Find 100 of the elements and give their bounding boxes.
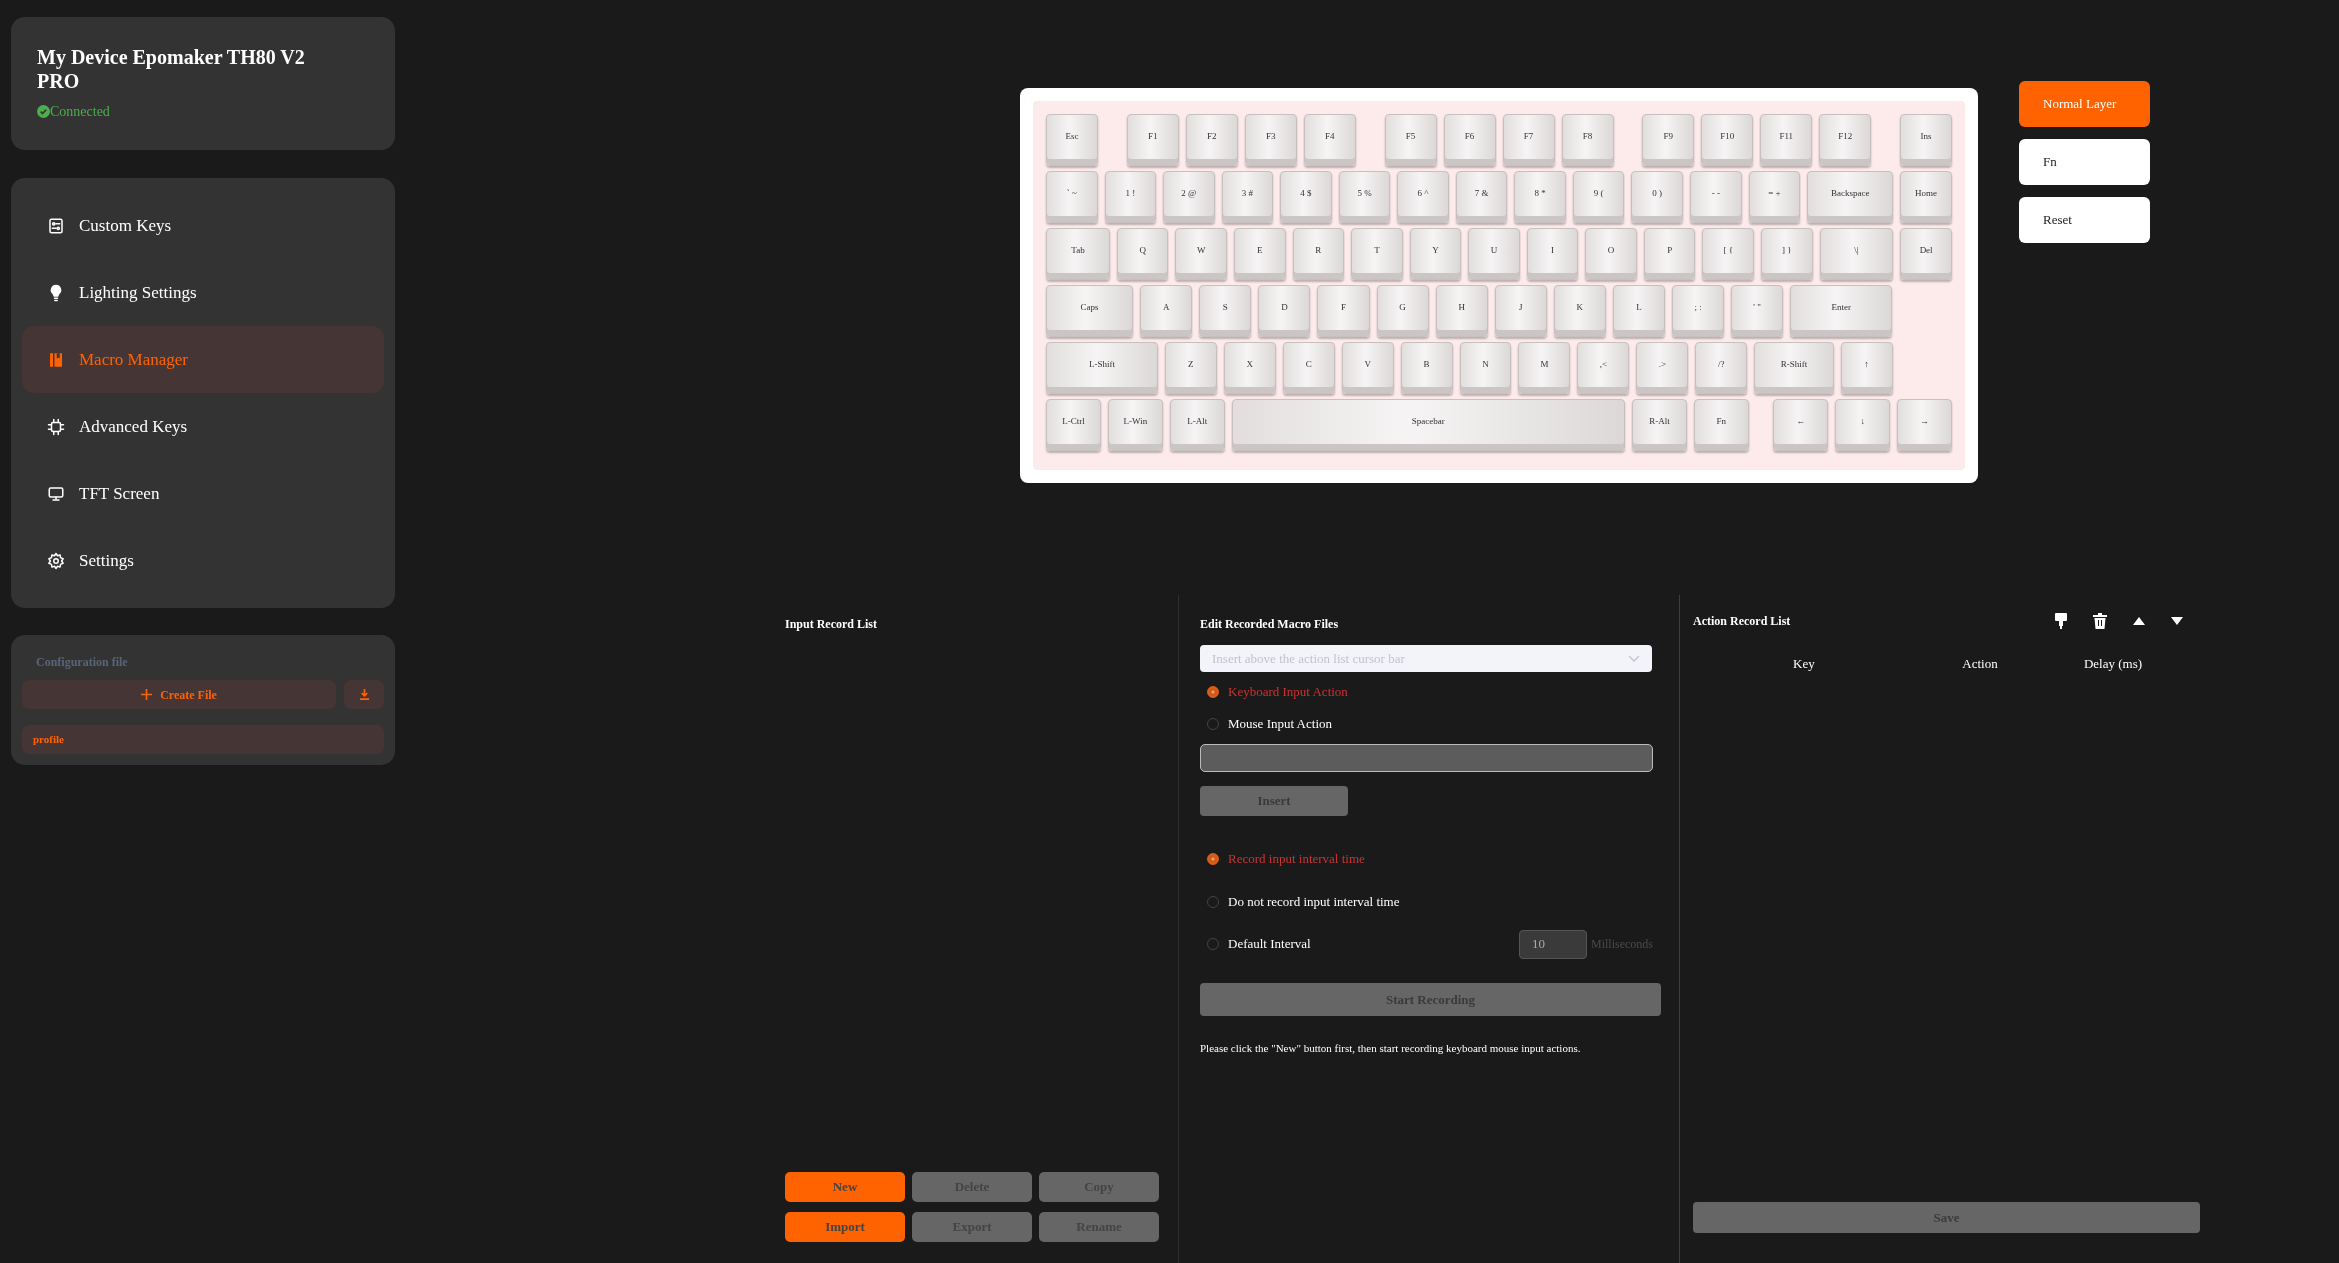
keyboard-key[interactable]: M xyxy=(1518,342,1571,394)
keyboard-key[interactable]: A xyxy=(1140,285,1193,337)
keyboard-key[interactable]: Spacebar xyxy=(1231,399,1625,451)
keyboard-key[interactable]: → xyxy=(1897,399,1953,451)
keyboard-key[interactable]: B xyxy=(1400,342,1453,394)
download-button[interactable] xyxy=(344,680,384,709)
keyboard-key[interactable]: .> xyxy=(1636,342,1689,394)
keyboard-key[interactable]: /? xyxy=(1695,342,1748,394)
radio-option[interactable]: Mouse Input Action xyxy=(1200,708,1338,740)
reset-button[interactable]: Reset xyxy=(2019,197,2150,243)
create-file-button[interactable]: Create File xyxy=(22,680,336,709)
keyboard-key[interactable]: N xyxy=(1459,342,1512,394)
keyboard-key[interactable]: L xyxy=(1612,285,1665,337)
keyboard-key[interactable]: L-Shift xyxy=(1046,342,1158,394)
keyboard-key[interactable]: 1 ! xyxy=(1104,171,1157,223)
keyboard-key[interactable]: ' " xyxy=(1731,285,1784,337)
keyboard-key[interactable]: D xyxy=(1258,285,1311,337)
keyboard-key[interactable]: L-Ctrl xyxy=(1046,399,1101,451)
nav-item[interactable]: Advanced Keys xyxy=(22,393,384,460)
keyboard-key[interactable]: Backspace xyxy=(1807,171,1894,223)
keyboard-key[interactable]: O xyxy=(1585,228,1637,280)
radio-option[interactable]: Do not record input interval time xyxy=(1200,886,1406,918)
move-up-button[interactable] xyxy=(2133,617,2145,625)
keyboard-key[interactable]: I xyxy=(1526,228,1579,280)
keyboard-key[interactable]: V xyxy=(1341,342,1394,394)
keyboard-key[interactable]: \| xyxy=(1819,228,1894,280)
keyboard-key[interactable]: F12 xyxy=(1819,114,1872,166)
keyboard-key[interactable]: L-Win xyxy=(1107,399,1163,451)
keyboard-key[interactable]: Z xyxy=(1164,342,1217,394)
keyboard-key[interactable]: F6 xyxy=(1443,114,1496,166)
keyboard-key[interactable]: ; : xyxy=(1672,285,1725,337)
keyboard-key[interactable]: F2 xyxy=(1185,114,1238,166)
key-input-field[interactable] xyxy=(1200,744,1653,772)
keyboard-key[interactable]: 4 $ xyxy=(1280,171,1332,223)
layer-tab[interactable]: Fn xyxy=(2019,139,2150,185)
keyboard-key[interactable]: J xyxy=(1494,285,1547,337)
nav-item[interactable]: Macro Manager xyxy=(22,326,384,393)
keyboard-key[interactable]: F3 xyxy=(1244,114,1297,166)
keyboard-key[interactable]: Q xyxy=(1116,228,1169,280)
keyboard-key[interactable]: P xyxy=(1643,228,1696,280)
nav-item[interactable]: TFT Screen xyxy=(22,460,384,527)
file-item[interactable]: profile xyxy=(22,725,384,754)
keyboard-key[interactable]: G xyxy=(1376,285,1429,337)
keyboard-key[interactable]: Esc xyxy=(1046,114,1098,166)
keyboard-key[interactable]: R-Shift xyxy=(1754,342,1834,394)
keyboard-key[interactable]: F7 xyxy=(1502,114,1555,166)
keyboard-key[interactable]: 9 ( xyxy=(1572,171,1625,223)
keyboard-key[interactable]: K xyxy=(1553,285,1606,337)
keyboard-key[interactable]: L-Alt xyxy=(1169,399,1225,451)
nav-item[interactable]: Custom Keys xyxy=(22,192,384,259)
keyboard-key[interactable]: 6 ^ xyxy=(1397,171,1449,223)
keyboard-key[interactable]: E xyxy=(1234,228,1286,280)
nav-item[interactable]: Lighting Settings xyxy=(22,259,384,326)
keyboard-key[interactable]: S xyxy=(1199,285,1252,337)
keyboard-key[interactable]: Home xyxy=(1900,171,1952,223)
keyboard-key[interactable]: F10 xyxy=(1701,114,1754,166)
keyboard-key[interactable]: - - xyxy=(1690,171,1742,223)
keyboard-key[interactable]: Del xyxy=(1900,228,1952,280)
keyboard-key[interactable]: Caps xyxy=(1046,285,1134,337)
keyboard-key[interactable]: 5 % xyxy=(1338,171,1391,223)
keyboard-key[interactable]: Enter xyxy=(1790,285,1893,337)
keyboard-key[interactable]: 3 # xyxy=(1221,171,1274,223)
keyboard-key[interactable]: 7 & xyxy=(1455,171,1508,223)
radio-button[interactable] xyxy=(1207,853,1219,865)
keyboard-key[interactable]: F11 xyxy=(1760,114,1813,166)
keyboard-key[interactable]: = + xyxy=(1748,171,1801,223)
keyboard-key[interactable]: F xyxy=(1317,285,1370,337)
keyboard-key[interactable]: X xyxy=(1223,342,1276,394)
keyboard-key[interactable]: R xyxy=(1292,228,1345,280)
keyboard-key[interactable]: W xyxy=(1175,228,1228,280)
keyboard-key[interactable]: ,< xyxy=(1577,342,1630,394)
move-down-button[interactable] xyxy=(2171,617,2183,625)
keyboard-key[interactable]: T xyxy=(1351,228,1403,280)
keyboard-key[interactable]: F8 xyxy=(1561,114,1614,166)
keyboard-key[interactable]: ] } xyxy=(1760,228,1813,280)
keyboard-key[interactable]: F4 xyxy=(1303,114,1356,166)
keyboard-key[interactable]: ` ~ xyxy=(1046,171,1098,223)
keyboard-key[interactable]: Tab xyxy=(1046,228,1110,280)
keyboard-key[interactable]: 8 * xyxy=(1514,171,1566,223)
keyboard-key[interactable]: Y xyxy=(1409,228,1462,280)
radio-button[interactable] xyxy=(1207,686,1219,698)
keyboard-key[interactable]: F9 xyxy=(1642,114,1695,166)
nav-item[interactable]: Settings xyxy=(22,527,384,594)
keyboard-key[interactable]: 0 ) xyxy=(1631,171,1683,223)
keyboard-key[interactable]: ← xyxy=(1773,399,1829,451)
keyboard-key[interactable]: [ { xyxy=(1702,228,1754,280)
radio-option[interactable]: Default Interval xyxy=(1200,928,1317,960)
keyboard-key[interactable]: F1 xyxy=(1126,114,1179,166)
insert-tool-button[interactable] xyxy=(2055,613,2067,629)
keyboard-key[interactable]: ↑ xyxy=(1840,342,1893,394)
keyboard-key[interactable]: C xyxy=(1282,342,1335,394)
keyboard-key[interactable]: Ins xyxy=(1900,114,1952,166)
delete-tool-button[interactable] xyxy=(2093,613,2107,629)
keyboard-key[interactable]: H xyxy=(1435,285,1488,337)
keyboard-key[interactable]: Fn xyxy=(1693,399,1749,451)
keyboard-key[interactable]: ↓ xyxy=(1835,399,1891,451)
keyboard-key[interactable]: R-Alt xyxy=(1632,399,1687,451)
interval-input[interactable]: 10 xyxy=(1519,929,1587,959)
keyboard-key[interactable]: F5 xyxy=(1384,114,1437,166)
keyboard-key[interactable]: 2 @ xyxy=(1163,171,1215,223)
